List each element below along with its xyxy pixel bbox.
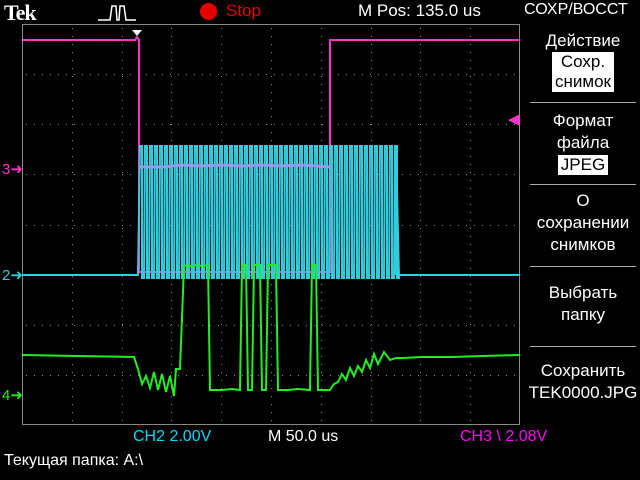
action-value-line1: Сохр. [560,52,606,71]
run-state-label: Stop [226,1,261,20]
format-value-box: JPEG [557,155,609,175]
stop-icon [200,3,217,20]
trigger-level-icon: ◀ [508,111,520,128]
menu-title: СОХР/ВОССТ [524,1,628,18]
action-value-box: Сохр. снимок [552,52,614,92]
current-folder-label: Текущая папка: A:\ [4,452,144,469]
brand-logo: Tek [4,0,37,25]
select-folder-menu-button[interactable]: Выбрать папку [526,282,640,326]
folder-label-line1: Выбрать [548,283,618,302]
ch4-marker-label: 4 [2,387,11,404]
folder-label-line2: папку [561,305,605,324]
ch2-ground-marker: 2➜ [2,267,23,284]
save-menu-button[interactable]: Сохранить TEK0000.JPG [526,360,640,404]
about-label-line1: О [576,191,590,210]
ch2-marker-label: 2 [2,267,11,284]
ch3-ground-marker: 3➜ [2,161,23,178]
action-value-line2: снимок [555,72,611,91]
action-menu-button[interactable]: Действие Сохр. снимок [526,30,640,93]
top-status-bar: Tek Stop M Pos: 135.0 us СОХР/ВОССТ [0,0,640,25]
waveform-display [22,24,520,425]
ch2-scale-readout: CH2 2.00V [133,428,212,445]
save-filename: TEK0000.JPG [528,383,638,402]
menu-divider [530,102,636,103]
bottom-status-bar: CH2 2.00V M 50.0 us CH3 \ 2.08V [0,426,640,448]
horizontal-position-readout: M Pos: 135.0 us [358,1,481,20]
ch4-ground-marker: 4➜ [2,387,23,404]
menu-divider [530,184,636,185]
trigger-status-icon [98,5,136,21]
save-label-line1: Сохранить [540,361,626,380]
about-label-line3: снимков [550,235,616,254]
about-saving-menu-button[interactable]: О сохранении снимков [526,190,640,256]
ch3-marker-label: 3 [2,161,11,178]
trigger-readout: CH3 \ 2.08V [460,428,548,445]
file-format-menu-button[interactable]: Формат файла JPEG [526,110,640,176]
menu-divider [530,266,636,267]
side-menu: Действие Сохр. снимок Формат файла JPEG … [526,26,640,426]
format-label-line1: Формат [552,111,614,130]
format-label-line2: файла [556,133,610,152]
action-label: Действие [545,31,621,50]
about-label-line2: сохранении [536,213,630,232]
timebase-readout: M 50.0 us [268,428,339,445]
menu-divider [530,346,636,347]
